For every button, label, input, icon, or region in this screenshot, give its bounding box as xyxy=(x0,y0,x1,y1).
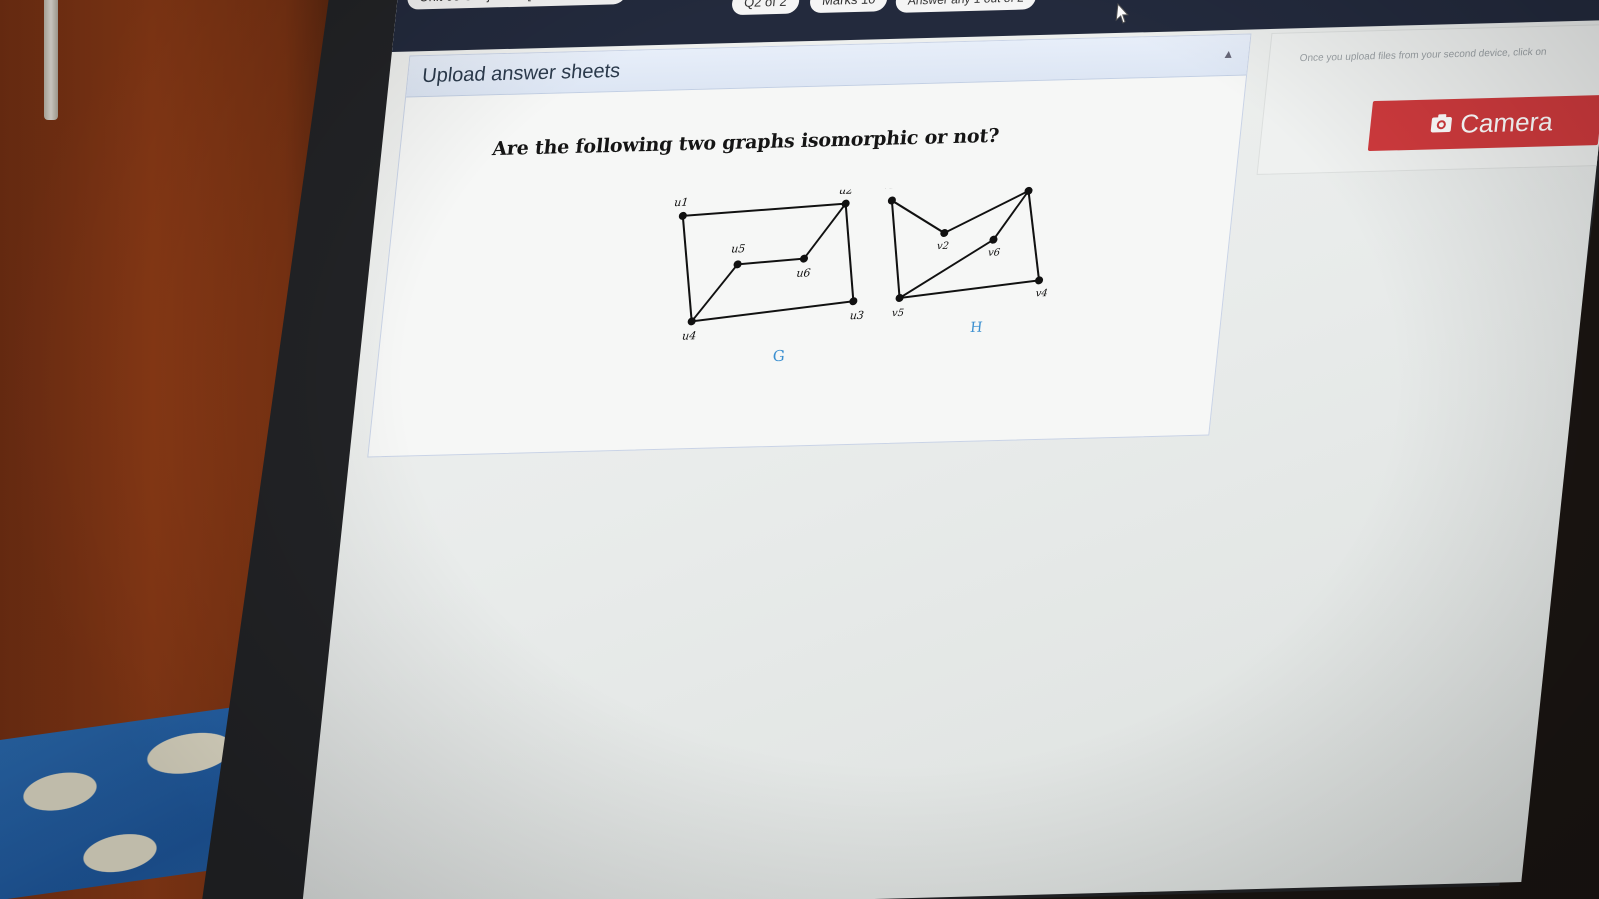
marks-pill: Marks 10 xyxy=(808,0,889,14)
label-u1: u1 xyxy=(674,196,689,209)
label-v1: v1 xyxy=(883,184,896,192)
upload-hint-text: Once you upload files from your second d… xyxy=(1299,46,1548,65)
question-text: Are the following two graphs isomorphic … xyxy=(491,124,1001,161)
camera-icon xyxy=(1430,114,1452,133)
edge-u2-u3 xyxy=(844,203,855,302)
vertex-v3 xyxy=(1024,186,1033,195)
graphs-figure: u1 u2 u3 u4 u5 u6 G v1 v2 v4 v5 v6 H xyxy=(674,184,1049,365)
edge-v3-v4 xyxy=(1027,190,1041,281)
label-u3: u3 xyxy=(849,309,864,322)
upload-side-panel: Once you upload files from your second d… xyxy=(1256,23,1599,175)
answer-pill: Answer any 1 out of 2 xyxy=(894,0,1038,13)
section-pill: Unit 05 Subjective [Section 3 of 4] xyxy=(406,0,628,10)
vertex-v5 xyxy=(895,293,904,302)
label-u6: u6 xyxy=(796,266,811,279)
edge-v5-v1 xyxy=(890,200,901,299)
edge-u1-u2 xyxy=(682,202,846,217)
camera-button-label: Camera xyxy=(1458,106,1555,139)
camera-button[interactable]: Camera xyxy=(1367,95,1599,152)
label-v2: v2 xyxy=(936,241,949,252)
card-title: Upload answer sheets xyxy=(421,59,622,88)
label-v6: v6 xyxy=(987,247,1001,258)
vertex-u1 xyxy=(678,211,687,220)
question-pill: Q2 of 2 xyxy=(730,0,801,16)
vertex-u6 xyxy=(799,254,809,263)
graph-g-label: G xyxy=(772,347,786,365)
label-u5: u5 xyxy=(731,242,746,255)
chevron-up-icon[interactable]: ▲ xyxy=(1222,47,1235,61)
graph-h-label: H xyxy=(969,320,983,336)
screen: Unit 05 Subjective [Section 3 of 4] Q2 o… xyxy=(301,0,1599,899)
graph-h xyxy=(890,190,1041,299)
label-v5: v5 xyxy=(891,308,904,319)
vertex-u5 xyxy=(733,260,742,269)
label-u2: u2 xyxy=(838,184,853,197)
vertex-u2 xyxy=(841,199,850,208)
edge-v2-v3 xyxy=(943,190,1029,234)
vertex-v6 xyxy=(989,235,998,244)
wall-stripe xyxy=(44,0,58,120)
edge-u3-u4 xyxy=(691,300,854,323)
edge-v4-v5 xyxy=(899,279,1040,299)
label-u4: u4 xyxy=(681,329,696,342)
edge-v6-v3 xyxy=(992,190,1030,241)
vertex-v4 xyxy=(1035,276,1044,285)
photo-scene: Unit 05 Subjective [Section 3 of 4] Q2 o… xyxy=(0,0,1599,899)
edge-u5-u6 xyxy=(737,257,805,266)
vertex-u4 xyxy=(687,317,696,326)
mouse-cursor-icon xyxy=(1115,2,1129,24)
edge-u4-u1 xyxy=(681,215,693,322)
graph-g xyxy=(681,202,855,323)
edge-u4-u5 xyxy=(690,263,739,322)
edge-u6-u2 xyxy=(803,203,847,260)
upload-card: Upload answer sheets ▲ Are the following… xyxy=(367,33,1252,458)
vertex-u3 xyxy=(849,297,858,306)
label-v4: v4 xyxy=(1035,288,1048,299)
edge-v1-v2 xyxy=(891,199,945,234)
